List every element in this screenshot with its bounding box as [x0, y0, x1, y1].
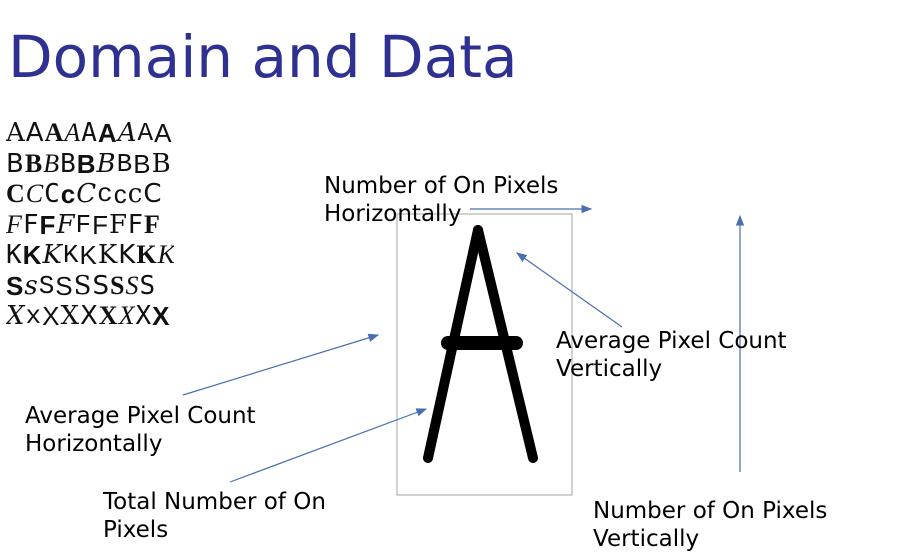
label-on-pixels-vertical: Number of On Pixels Vertically — [593, 498, 828, 552]
arrow-avg-pixel-horizontal — [182, 333, 380, 396]
label-avg-pixel-vertical: Average Pixel Count Vertically — [556, 328, 787, 382]
label-avg-pixel-horizontal: Average Pixel Count Horizontally — [25, 403, 256, 457]
arrow-avg-pixel-vertical — [516, 252, 623, 328]
label-total-on-pixels: Total Number of On Pixels — [103, 489, 326, 543]
diagram-canvas — [182, 204, 745, 496]
letter-a-bitmap — [423, 225, 538, 463]
label-on-pixels-horizontal: Number of On Pixels Horizontally — [324, 173, 559, 227]
